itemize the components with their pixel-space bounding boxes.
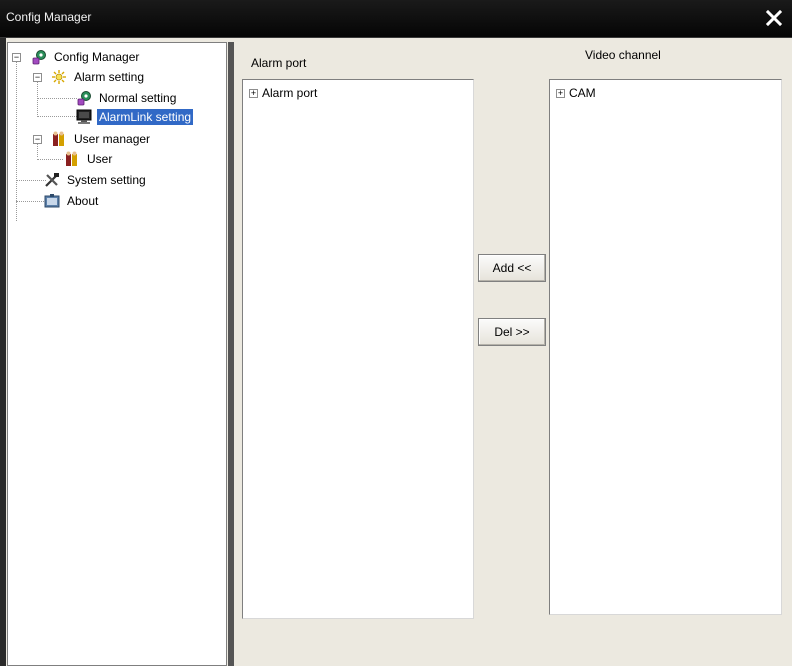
del-button[interactable]: Del >> bbox=[478, 318, 546, 346]
tools-icon bbox=[43, 172, 61, 188]
expand-toggle[interactable]: + bbox=[556, 88, 565, 98]
tree-connector bbox=[37, 159, 63, 160]
collapse-toggle[interactable]: − bbox=[33, 135, 42, 144]
title-bar: Config Manager bbox=[0, 0, 792, 38]
collapse-toggle[interactable]: − bbox=[12, 53, 21, 62]
config-gear-icon bbox=[30, 49, 48, 65]
tree-connector bbox=[16, 201, 46, 202]
tree-item-normal-setting[interactable]: Normal setting bbox=[75, 89, 178, 107]
tree-item-user-manager[interactable]: User manager bbox=[50, 130, 152, 148]
about-icon bbox=[43, 193, 61, 209]
tree-item-about[interactable]: About bbox=[43, 192, 100, 210]
add-button[interactable]: Add << bbox=[478, 254, 546, 282]
close-button[interactable] bbox=[760, 4, 788, 32]
monitor-icon bbox=[75, 109, 93, 125]
alarm-port-heading: Alarm port bbox=[251, 56, 307, 70]
tree-item-label: Alarm setting bbox=[74, 70, 145, 84]
tree-item-label: System setting bbox=[67, 173, 146, 187]
tree-item-label: About bbox=[67, 194, 99, 208]
tree-item-system-setting[interactable]: System setting bbox=[43, 171, 148, 189]
tree-item-config-manager[interactable]: Config Manager bbox=[30, 48, 141, 66]
tree-item-label: User manager bbox=[74, 132, 151, 146]
tree-item-label: Config Manager bbox=[54, 50, 140, 64]
tree-connector bbox=[37, 98, 77, 99]
video-channel-heading: Video channel bbox=[585, 48, 661, 62]
tree-item-alarmlink-setting[interactable]: AlarmLink setting bbox=[75, 108, 194, 126]
expand-toggle[interactable]: + bbox=[249, 88, 258, 98]
collapse-toggle[interactable]: − bbox=[33, 73, 42, 82]
tree-item-user[interactable]: User bbox=[63, 150, 114, 168]
tree-item-label: AlarmLink setting bbox=[97, 109, 194, 125]
config-gear-icon bbox=[75, 90, 93, 106]
tree-item-label: Alarm port bbox=[262, 86, 318, 100]
tree-connector bbox=[37, 77, 38, 117]
config-tree[interactable]: − Config Manager − Alarm setting Normal … bbox=[7, 42, 227, 666]
window-title: Config Manager bbox=[6, 10, 92, 24]
tree-item-label: CAM bbox=[569, 86, 596, 100]
window-left-edge bbox=[0, 38, 6, 666]
tree-connector bbox=[37, 116, 77, 117]
tree-connector bbox=[16, 180, 46, 181]
user-group-icon bbox=[63, 151, 81, 167]
user-group-icon bbox=[50, 131, 68, 147]
tree-item-cam[interactable]: + CAM bbox=[556, 86, 596, 100]
video-channel-tree[interactable]: + CAM bbox=[549, 79, 782, 615]
alarm-port-tree[interactable]: + Alarm port bbox=[242, 79, 474, 619]
close-icon bbox=[766, 10, 782, 26]
alarm-light-icon bbox=[50, 69, 68, 85]
tree-item-label: User bbox=[87, 152, 113, 166]
tree-item-alarm-setting[interactable]: Alarm setting bbox=[50, 68, 146, 86]
tree-connector bbox=[16, 57, 17, 221]
tree-item-label: Normal setting bbox=[99, 91, 177, 105]
tree-item-alarm-port[interactable]: + Alarm port bbox=[249, 86, 317, 100]
